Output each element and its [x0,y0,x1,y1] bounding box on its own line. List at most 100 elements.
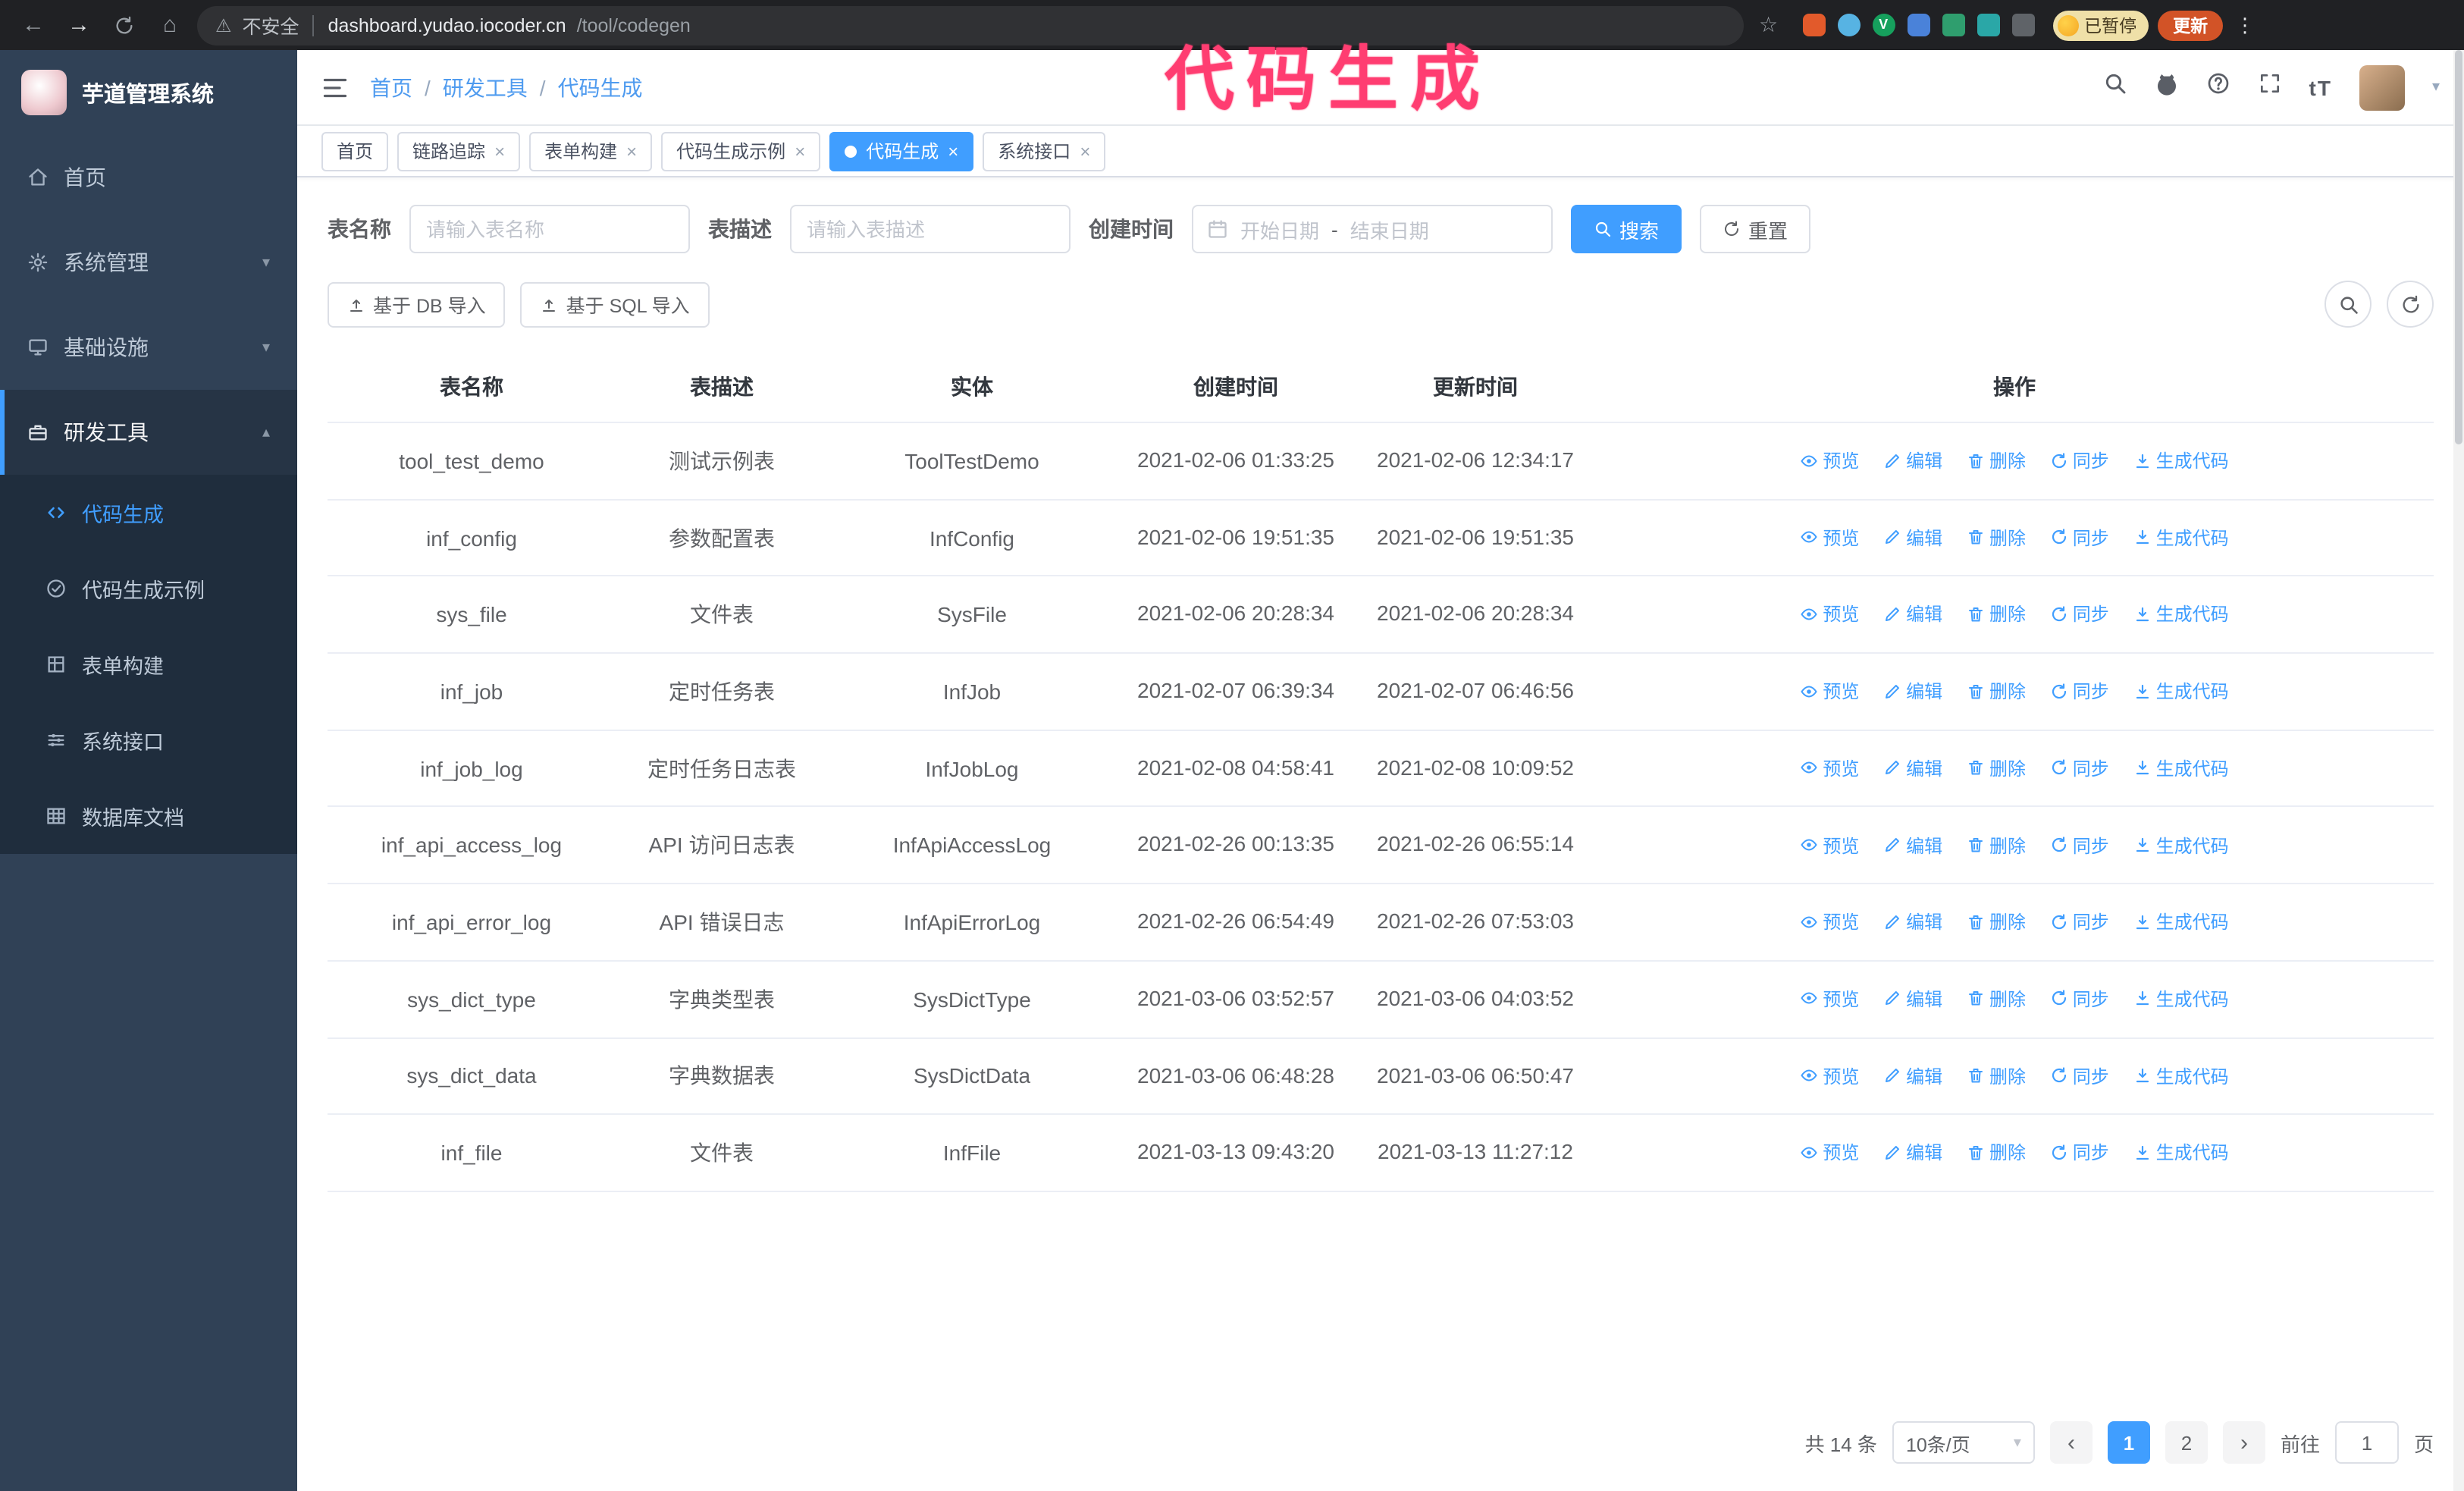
action-generate[interactable]: 生成代码 [2133,447,2229,473]
avatar[interactable] [2359,64,2405,110]
extension-icon-3[interactable]: V [1872,14,1895,36]
sidebar-item-infrastructure[interactable]: 基础设施 ▾ [0,305,297,390]
import-db-button[interactable]: 基于 DB 导入 [328,281,506,327]
sidebar-item-dev-tools[interactable]: 研发工具 ▴ [0,390,297,475]
extension-icon-6[interactable] [1977,14,2000,36]
paused-badge[interactable]: 已暂停 [2052,10,2149,40]
action-edit[interactable]: 编辑 [1883,1140,1942,1166]
action-preview[interactable]: 预览 [1800,525,1859,551]
action-generate[interactable]: 生成代码 [2133,832,2229,858]
tab-trace[interactable]: 链路追踪 × [397,131,521,171]
chevron-down-icon[interactable]: ▾ [2432,79,2440,96]
tab-codegen[interactable]: 代码生成 × [829,131,974,171]
reset-button[interactable]: 重置 [1700,205,1811,253]
page-2-button[interactable]: 2 [2165,1421,2208,1464]
action-preview[interactable]: 预览 [1800,755,1859,781]
close-icon[interactable]: × [1080,140,1090,162]
action-preview[interactable]: 预览 [1800,909,1859,934]
sidebar-item-system-mgmt[interactable]: 系统管理 ▾ [0,220,297,305]
action-delete[interactable]: 删除 [1967,678,2026,704]
goto-page-input[interactable] [2334,1421,2399,1464]
forward-icon[interactable]: → [61,7,97,43]
action-delete[interactable]: 删除 [1967,1063,2026,1088]
action-generate[interactable]: 生成代码 [2133,678,2229,704]
fullscreen-icon[interactable] [2258,71,2282,103]
tab-codegen-example[interactable]: 代码生成示例 × [661,131,821,171]
sidebar-item-home[interactable]: 首页 [0,135,297,220]
action-generate[interactable]: 生成代码 [2133,525,2229,551]
tab-home[interactable]: 首页 [321,131,389,171]
search-button[interactable]: 搜索 [1571,205,1682,253]
extension-icon-4[interactable] [1907,14,1930,36]
help-icon[interactable] [2206,71,2230,103]
date-range-picker[interactable]: 开始日期 - 结束日期 [1192,205,1553,253]
search-icon[interactable] [2103,71,2127,103]
action-generate[interactable]: 生成代码 [2133,986,2229,1012]
next-page-button[interactable]: › [2222,1421,2265,1464]
action-delete[interactable]: 删除 [1967,525,2026,551]
action-preview[interactable]: 预览 [1800,1140,1859,1166]
reload-icon[interactable] [106,7,143,43]
action-generate[interactable]: 生成代码 [2133,1140,2229,1166]
close-icon[interactable]: × [795,140,805,162]
breadcrumb-home[interactable]: 首页 [370,72,412,102]
action-generate[interactable]: 生成代码 [2133,601,2229,627]
sidebar-item-system-api[interactable]: 系统接口 [0,702,297,778]
address-bar[interactable]: ⚠ 不安全 dashboard.yudao.iocoder.cn/tool/co… [197,5,1744,45]
scrollbar[interactable] [2453,50,2464,1491]
action-edit[interactable]: 编辑 [1883,1063,1942,1088]
back-icon[interactable]: ← [15,7,52,43]
action-edit[interactable]: 编辑 [1883,601,1942,627]
import-sql-button[interactable]: 基于 SQL 导入 [520,281,710,327]
action-preview[interactable]: 预览 [1800,601,1859,627]
scrollbar-thumb[interactable] [2455,50,2462,444]
sidebar-item-codegen[interactable]: 代码生成 [0,475,297,551]
extension-icon-2[interactable] [1837,14,1861,36]
sidebar-item-codegen-example[interactable]: 代码生成示例 [0,551,297,626]
action-sync[interactable]: 同步 [2050,678,2109,704]
action-delete[interactable]: 删除 [1967,755,2026,781]
bookmark-star-icon[interactable]: ☆ [1759,12,1778,38]
action-delete[interactable]: 删除 [1967,1140,2026,1166]
action-delete[interactable]: 删除 [1967,447,2026,473]
action-edit[interactable]: 编辑 [1883,986,1942,1012]
breadcrumb-group[interactable]: 研发工具 [443,72,528,102]
action-delete[interactable]: 删除 [1967,832,2026,858]
action-sync[interactable]: 同步 [2050,1063,2109,1088]
page-size-select[interactable]: 10条/页 ▾ [1892,1421,2035,1464]
update-button[interactable]: 更新 [2158,10,2224,40]
action-edit[interactable]: 编辑 [1883,447,1942,473]
action-edit[interactable]: 编辑 [1883,525,1942,551]
action-preview[interactable]: 预览 [1800,447,1859,473]
action-edit[interactable]: 编辑 [1883,755,1942,781]
action-sync[interactable]: 同步 [2050,447,2109,473]
tab-form-builder[interactable]: 表单构建 × [529,131,653,171]
action-edit[interactable]: 编辑 [1883,909,1942,934]
action-sync[interactable]: 同步 [2050,909,2109,934]
action-delete[interactable]: 删除 [1967,909,2026,934]
extension-icon-5[interactable] [1942,14,1965,36]
action-preview[interactable]: 预览 [1800,678,1859,704]
action-sync[interactable]: 同步 [2050,755,2109,781]
action-edit[interactable]: 编辑 [1883,832,1942,858]
action-sync[interactable]: 同步 [2050,1140,2109,1166]
prev-page-button[interactable]: ‹ [2049,1421,2093,1464]
extension-icon-7[interactable] [2011,14,2035,36]
action-delete[interactable]: 删除 [1967,601,2026,627]
tab-system-api[interactable]: 系统接口 × [983,131,1106,171]
table-desc-input[interactable] [790,205,1071,253]
action-delete[interactable]: 删除 [1967,986,2026,1012]
browser-menu-icon[interactable]: ⋮ [2235,13,2255,37]
action-generate[interactable]: 生成代码 [2133,755,2229,781]
action-preview[interactable]: 预览 [1800,832,1859,858]
close-icon[interactable]: × [494,140,505,162]
refresh-table-button[interactable] [2387,281,2434,328]
collapse-sidebar-icon[interactable] [321,74,349,101]
action-edit[interactable]: 编辑 [1883,678,1942,704]
font-size-icon[interactable]: tT [2309,75,2332,99]
action-sync[interactable]: 同步 [2050,601,2109,627]
github-icon[interactable] [2155,71,2179,103]
close-icon[interactable]: × [626,140,637,162]
toggle-search-button[interactable] [2324,281,2372,328]
table-name-input[interactable] [409,205,690,253]
